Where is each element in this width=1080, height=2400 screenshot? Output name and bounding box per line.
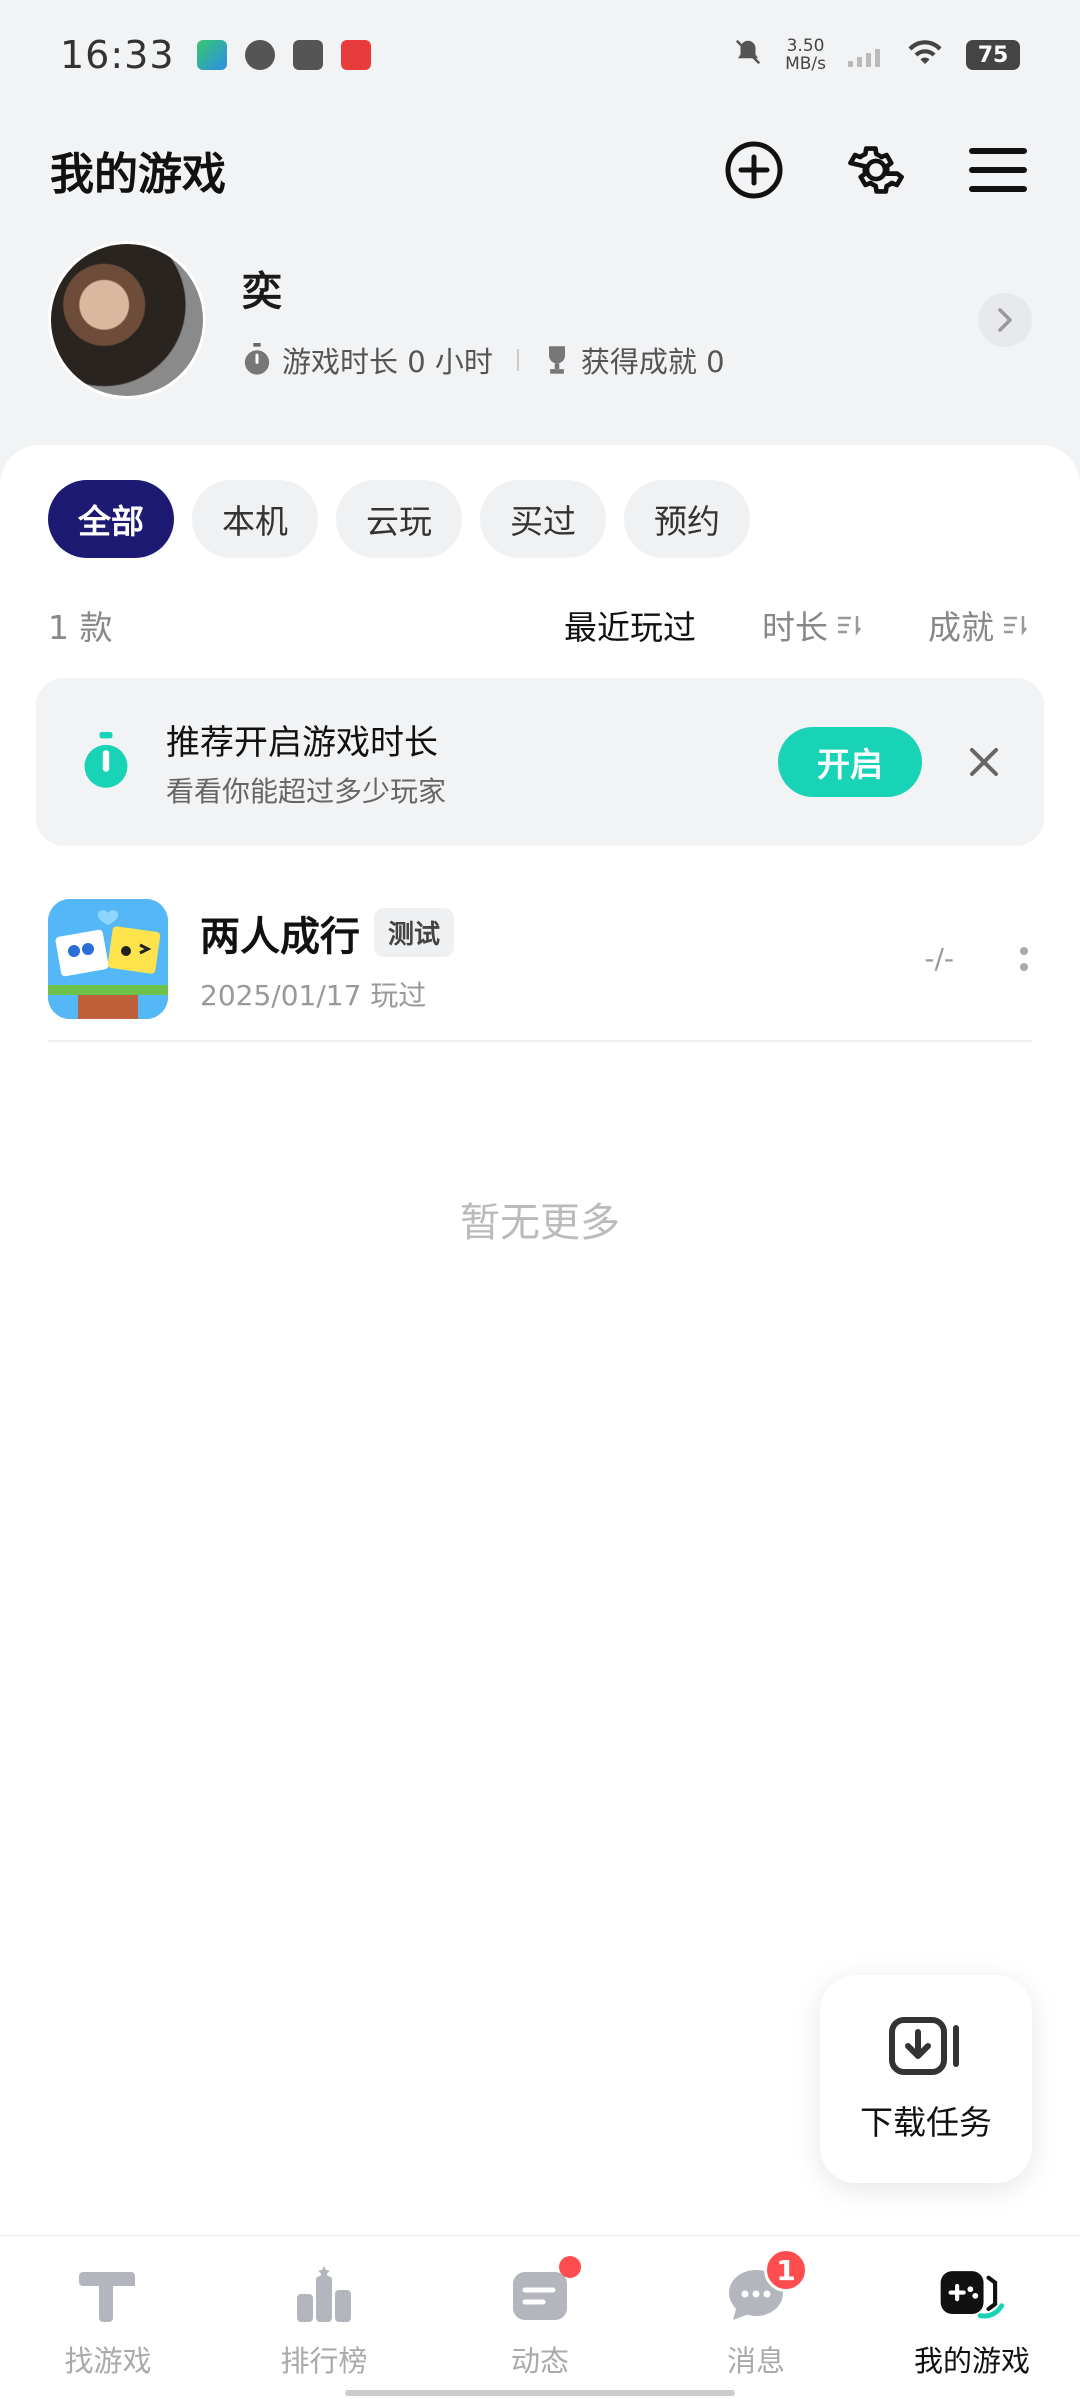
sort-row: 1 款 最近玩过 时长 成就 [48, 595, 1028, 655]
game-count: 1 款 [48, 608, 113, 647]
status-app-icons [196, 40, 371, 70]
game-last-played: 2025/01/17 玩过 [200, 978, 427, 1012]
gear-icon [848, 146, 904, 194]
game-list-item[interactable]: 两人成行 测试 2025/01/17 玩过 -/- [48, 877, 1032, 1042]
gamepad-icon [940, 2271, 1005, 2319]
page-title: 我的游戏 [50, 149, 226, 200]
nav-item-feed[interactable]: 动态 [432, 2236, 648, 2400]
stat-divider [516, 349, 519, 371]
messages-badge: 1 [764, 2248, 808, 2292]
filter-tab-reserved[interactable]: 预约 [624, 480, 750, 558]
filter-tabs: 全部 本机 云玩 买过 预约 [48, 480, 750, 558]
nav-label-messages: 消息 [726, 2344, 785, 2378]
play-time-stat: 游戏时长 0 小时 [282, 345, 493, 379]
content-card: 全部 本机 云玩 买过 预约 1 款 最近玩过 时长 成就 推荐开启游戏时长 看… [0, 445, 1080, 2235]
download-tasks-label: 下载任务 [860, 2103, 992, 2142]
settings-button[interactable] [844, 138, 908, 202]
net-speed-value: 3.50 [786, 36, 825, 56]
sort-recent[interactable]: 最近玩过 [564, 601, 696, 649]
profile-name: 奕 [242, 269, 282, 315]
game-play-time: -/- [924, 942, 954, 975]
dot-icon [1020, 962, 1028, 971]
sort-duration-label: 时长 [762, 608, 828, 647]
sort-recent-label: 最近玩过 [564, 608, 696, 647]
stopwatch-icon [244, 343, 270, 375]
mute-icon [733, 35, 763, 76]
avatar[interactable] [48, 241, 206, 399]
net-speed-unit: MB/s [785, 54, 826, 74]
hamburger-menu-icon [969, 148, 1027, 192]
achievements-stat: 获得成就 0 [580, 345, 725, 379]
download-icon [889, 2017, 959, 2075]
promo-close-button[interactable] [964, 742, 1004, 782]
signal-icon [848, 35, 884, 76]
news-app-icon [340, 40, 371, 70]
status-bar: 16:33 3.50 MB/s 75 [0, 0, 1080, 110]
sort-icon [1004, 616, 1027, 636]
podium-icon [297, 2266, 351, 2322]
sort-achievements[interactable]: 成就 [928, 601, 1028, 649]
header: 我的游戏 [0, 120, 1080, 220]
nav-item-find-games[interactable]: 找游戏 [0, 2236, 216, 2400]
video-app-icon [196, 40, 227, 70]
sort-icon [838, 616, 861, 636]
promo-subtitle: 看看你能超过多少玩家 [166, 774, 447, 808]
filter-tab-cloud[interactable]: 云玩 [336, 480, 462, 558]
game-tag-badge: 测试 [374, 908, 455, 957]
filter-tab-all[interactable]: 全部 [48, 480, 174, 558]
feed-notification-dot [559, 2256, 581, 2278]
battery-indicator: 75 [966, 40, 1020, 70]
filter-tab-local[interactable]: 本机 [192, 480, 318, 558]
game-cover-art [48, 898, 168, 1019]
nav-label-my-games: 我的游戏 [913, 2344, 1030, 2378]
plus-circle-icon [725, 141, 783, 199]
net-speed: 3.50 MB/s [785, 37, 826, 73]
filter-tab-purchased[interactable]: 买过 [480, 480, 606, 558]
game-title: 两人成行 [200, 913, 360, 960]
home-indicator[interactable] [345, 2390, 735, 2396]
nav-item-messages[interactable]: 1 消息 [648, 2236, 864, 2400]
play-time-promo-banner: 推荐开启游戏时长 看看你能超过多少玩家 开启 [36, 678, 1044, 846]
profile-section[interactable]: 奕 游戏时长 0 小时 获得成就 0 [0, 235, 1080, 405]
calendar-check-icon [292, 40, 323, 70]
nav-label-rankings: 排行榜 [280, 2344, 368, 2378]
chevron-right-icon [998, 308, 1012, 332]
promo-title: 推荐开启游戏时长 [166, 722, 438, 763]
no-more-note: 暂无更多 [460, 1200, 620, 1246]
enable-play-time-button[interactable]: 开启 [778, 727, 922, 797]
game-icon[interactable] [48, 898, 168, 1019]
nav-item-my-games[interactable]: 我的游戏 [864, 2236, 1080, 2400]
trophy-icon [548, 346, 565, 374]
hammer-icon [79, 2272, 135, 2322]
bottom-nav: 找游戏 排行榜 动态 1 消息 我的游戏 [0, 2235, 1080, 2400]
nav-label-find-games: 找游戏 [64, 2344, 152, 2378]
sort-achievements-label: 成就 [928, 608, 994, 647]
status-time: 16:33 [60, 33, 175, 77]
nav-label-feed: 动态 [510, 2344, 569, 2378]
sort-duration[interactable]: 时长 [762, 601, 862, 649]
add-button[interactable] [722, 138, 786, 202]
stopwatch-icon [84, 732, 128, 788]
more-options-button[interactable] [1020, 946, 1032, 971]
nav-item-rankings[interactable]: 排行榜 [216, 2236, 432, 2400]
dot-icon [1020, 946, 1028, 955]
cloud-app-icon [244, 40, 275, 70]
download-tasks-button[interactable]: 下载任务 [820, 1975, 1032, 2183]
close-icon [970, 748, 998, 776]
profile-chevron-button[interactable] [978, 293, 1032, 347]
wifi-icon [906, 35, 944, 76]
menu-button[interactable] [966, 138, 1030, 202]
